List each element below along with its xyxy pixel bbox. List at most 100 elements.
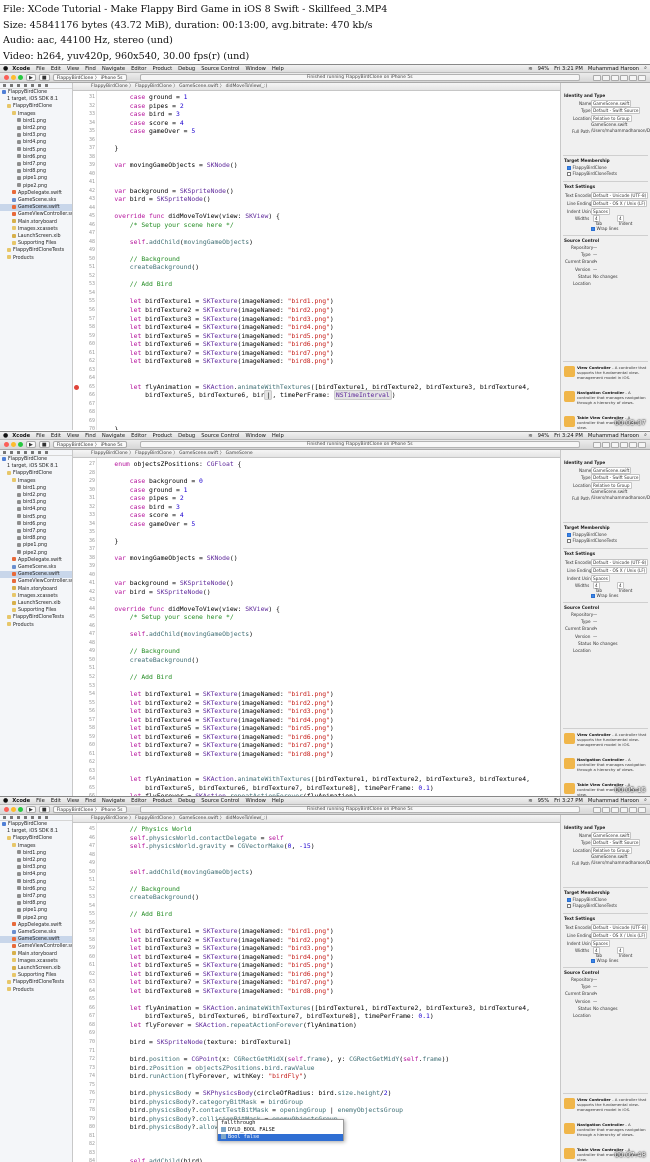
- user-name[interactable]: Muhammad Haroon: [588, 433, 639, 439]
- menu-debug[interactable]: Debug: [178, 798, 195, 804]
- menu-find[interactable]: Find: [85, 798, 96, 804]
- toolbar-toggle-button[interactable]: [620, 441, 628, 448]
- menu-file[interactable]: File: [36, 798, 45, 804]
- target-item[interactable]: FlappyBirdCloneTests: [567, 171, 617, 176]
- navigator-tab-icon[interactable]: [31, 451, 34, 454]
- navigator-item[interactable]: bird3.png: [0, 132, 72, 139]
- menu-help[interactable]: Help: [272, 798, 284, 804]
- navigator-item[interactable]: bird7.png: [0, 528, 72, 535]
- apple-menu-icon[interactable]: ●: [3, 797, 8, 804]
- menu-window[interactable]: Window: [245, 433, 265, 439]
- wrap-lines-option[interactable]: Wrap lines: [591, 226, 618, 231]
- navigator-item[interactable]: Supporting Files: [0, 607, 72, 614]
- menu-product[interactable]: Product: [152, 433, 172, 439]
- navigator-tab-icon[interactable]: [10, 816, 13, 819]
- stop-button[interactable]: ■: [38, 806, 50, 813]
- text-encoding-select[interactable]: Default - Unicode (UTF-8): [591, 192, 649, 199]
- toolbar-toggle-button[interactable]: [638, 441, 646, 448]
- navigator-item[interactable]: Images.xcassets: [0, 958, 72, 965]
- wifi-icon[interactable]: ≋: [528, 66, 532, 72]
- navigator-tab-icon[interactable]: [38, 84, 41, 87]
- autocomplete-item[interactable]: DYLD_BOOL FALSE: [218, 1126, 343, 1134]
- menu-find[interactable]: Find: [85, 66, 96, 72]
- menu-edit[interactable]: Edit: [51, 433, 61, 439]
- navigator-tab-icon[interactable]: [31, 816, 34, 819]
- menu-view[interactable]: View: [67, 433, 79, 439]
- navigator-item[interactable]: bird2.png: [0, 857, 72, 864]
- menu-debug[interactable]: Debug: [178, 433, 195, 439]
- navigator-item[interactable]: LaunchScreen.xib: [0, 233, 72, 240]
- navigator-item[interactable]: bird3.png: [0, 864, 72, 871]
- menu-xcode[interactable]: Xcode: [12, 798, 30, 804]
- object-library-item[interactable]: Navigation Controller - A controller tha…: [563, 390, 649, 410]
- toolbar-toggle-button[interactable]: [602, 441, 610, 448]
- navigator-tab-icon[interactable]: [45, 451, 48, 454]
- target-item[interactable]: FlappyBirdCloneTests: [567, 538, 617, 543]
- toolbar-toggle-button[interactable]: [602, 74, 610, 81]
- menu-edit[interactable]: Edit: [51, 66, 61, 72]
- target-item[interactable]: FlappyBirdClone: [567, 532, 607, 537]
- stop-button[interactable]: ■: [38, 74, 50, 81]
- navigator-tab-icon[interactable]: [45, 816, 48, 819]
- code-area[interactable]: 31 case ground = 1 32 case pipes = 2 33 ca…: [74, 91, 560, 430]
- target-item[interactable]: FlappyBirdClone: [567, 165, 607, 170]
- name-field[interactable]: GameScene.swift: [591, 100, 632, 107]
- navigator-tab-icon[interactable]: [3, 451, 6, 454]
- navigator-item[interactable]: pipe2.png: [0, 915, 72, 922]
- navigator-item[interactable]: bird2.png: [0, 125, 72, 132]
- toolbar-toggle-button[interactable]: [593, 806, 601, 813]
- name-field[interactable]: GameScene.swift: [591, 832, 632, 839]
- navigator-item[interactable]: bird3.png: [0, 499, 72, 506]
- navigator-item[interactable]: Products: [0, 255, 72, 262]
- wifi-icon[interactable]: ≋: [528, 433, 532, 439]
- navigator-item[interactable]: bird8.png: [0, 168, 72, 175]
- menu-xcode[interactable]: Xcode: [12, 433, 30, 439]
- menu-source-control[interactable]: Source Control: [201, 66, 239, 72]
- type-select[interactable]: Default - Swift Source: [591, 839, 641, 846]
- minimize-window-button[interactable]: [11, 807, 16, 812]
- indent-using-select[interactable]: Spaces: [591, 940, 610, 947]
- navigator-item[interactable]: bird8.png: [0, 535, 72, 542]
- navigator-tab-icon[interactable]: [24, 816, 27, 819]
- menu-view[interactable]: View: [67, 66, 79, 72]
- navigator-item[interactable]: bird5.png: [0, 879, 72, 886]
- navigator-item[interactable]: GameViewController.swift: [0, 211, 72, 218]
- navigator-item[interactable]: Main.storyboard: [0, 586, 72, 593]
- toolbar-toggle-button[interactable]: [593, 441, 601, 448]
- location-select[interactable]: Relative to Group: [591, 482, 632, 489]
- minimize-window-button[interactable]: [11, 75, 16, 80]
- menu-edit[interactable]: Edit: [51, 798, 61, 804]
- toolbar-toggle-button[interactable]: [629, 441, 637, 448]
- navigator-item[interactable]: FlappyBirdClone: [0, 456, 72, 463]
- toolbar-toggle-button[interactable]: [593, 74, 601, 81]
- toolbar-toggle-button[interactable]: [611, 441, 619, 448]
- close-window-button[interactable]: [4, 442, 9, 447]
- navigator-item[interactable]: bird4.png: [0, 871, 72, 878]
- user-name[interactable]: Muhammad Haroon: [588, 798, 639, 804]
- menu-product[interactable]: Product: [152, 66, 172, 72]
- menu-editor[interactable]: Editor: [131, 66, 146, 72]
- checkbox[interactable]: [567, 904, 571, 908]
- navigator-tab-icon[interactable]: [31, 84, 34, 87]
- toolbar-toggle-button[interactable]: [638, 806, 646, 813]
- line-endings-select[interactable]: Default - OS X / Unix (LF): [591, 932, 648, 939]
- checkbox-checked[interactable]: [591, 594, 595, 598]
- navigator-item[interactable]: bird7.png: [0, 893, 72, 900]
- checkbox-checked[interactable]: [567, 533, 571, 537]
- navigator-tab-icon[interactable]: [45, 84, 48, 87]
- jump-bar[interactable]: FlappyBirdClone 〉 FlappyBirdClone 〉 Game…: [73, 450, 560, 458]
- navigator-item[interactable]: GameScene.sks: [0, 929, 72, 936]
- type-select[interactable]: Default - Swift Source: [591, 107, 641, 114]
- wifi-icon[interactable]: ≋: [528, 798, 532, 804]
- navigator-item[interactable]: GameScene.sks: [0, 197, 72, 204]
- object-library-item[interactable]: View Controller - A controller that supp…: [563, 1097, 649, 1117]
- scheme-selector[interactable]: FlappyBirdClone 〉 iPhone 5s: [52, 806, 127, 813]
- menu-navigate[interactable]: Navigate: [102, 433, 125, 439]
- jump-bar[interactable]: FlappyBirdClone 〉 FlappyBirdClone 〉 Game…: [73, 83, 560, 91]
- navigator-item[interactable]: GameViewController.swift: [0, 578, 72, 585]
- indent-using-select[interactable]: Spaces: [591, 208, 610, 215]
- toolbar-toggle-button[interactable]: [602, 806, 610, 813]
- navigator-item[interactable]: Images.xcassets: [0, 593, 72, 600]
- checkbox-checked[interactable]: [567, 166, 571, 170]
- navigator-item[interactable]: FlappyBirdCloneTests: [0, 614, 72, 621]
